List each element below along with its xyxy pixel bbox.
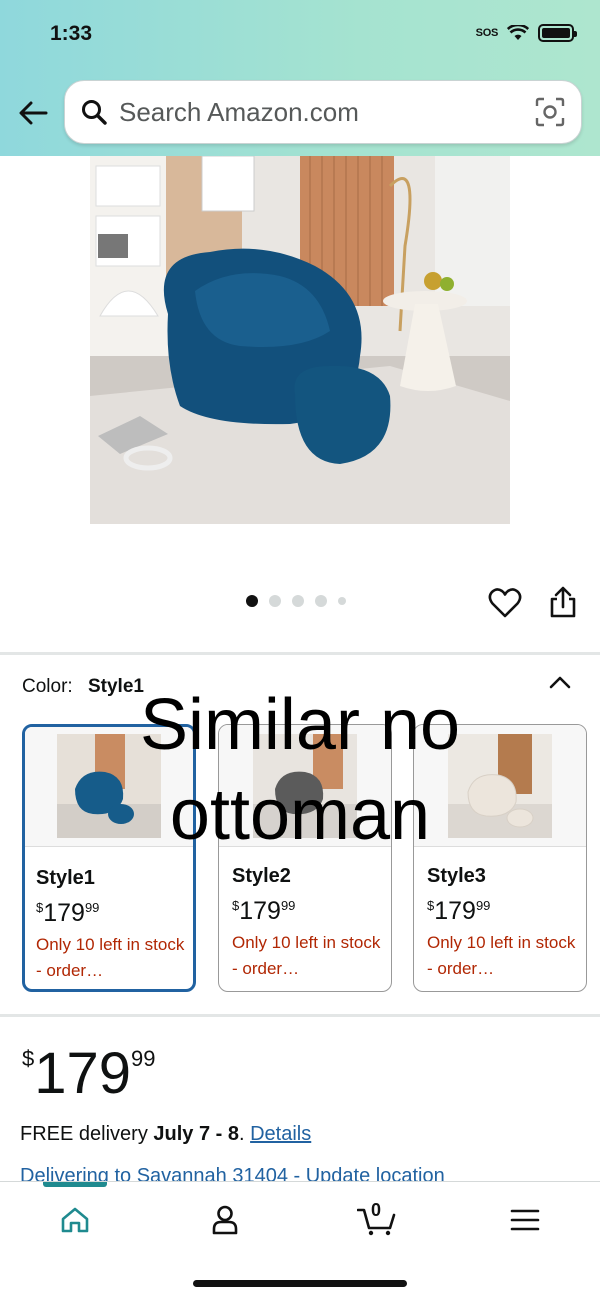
color-label: Color: xyxy=(22,676,73,697)
style-price: $17999 xyxy=(427,897,491,925)
pager-dot[interactable] xyxy=(292,595,304,607)
pager-dot[interactable] xyxy=(246,595,258,607)
style-thumbnail xyxy=(414,725,586,847)
color-selector-row: Color: Style1 xyxy=(22,676,144,698)
cart-count: 0 xyxy=(371,1200,382,1220)
image-pager[interactable] xyxy=(246,595,346,607)
style-thumbnail xyxy=(219,725,391,847)
chevron-up-icon[interactable] xyxy=(548,672,572,692)
style-price: $17999 xyxy=(36,899,100,927)
heart-icon[interactable] xyxy=(488,586,522,620)
home-indicator[interactable] xyxy=(193,1280,407,1287)
status-time: 1:33 xyxy=(50,22,93,45)
battery-icon xyxy=(538,24,577,42)
status-icons: SOS xyxy=(475,24,577,42)
style-thumbnail xyxy=(25,727,193,847)
pager-dot[interactable] xyxy=(315,595,327,607)
product-price: $17999 xyxy=(22,1041,156,1106)
cart-icon[interactable]: 0 xyxy=(356,1200,398,1240)
search-icon xyxy=(79,97,109,127)
stock-status: Only 10 left in stock - order… xyxy=(36,935,185,980)
stock-status: Only 10 left in stock - order… xyxy=(427,933,576,978)
home-icon[interactable] xyxy=(55,1200,95,1240)
menu-icon[interactable] xyxy=(505,1200,545,1240)
product-image[interactable] xyxy=(90,156,510,524)
delivery-dates: July 7 - 8 xyxy=(153,1123,239,1145)
style-price: $17999 xyxy=(232,897,296,925)
details-link[interactable]: Details xyxy=(250,1123,311,1145)
pager-dot[interactable] xyxy=(338,597,346,605)
account-icon[interactable] xyxy=(205,1200,245,1240)
style-card-3[interactable]: Style3 $17999 Only 10 left in stock - or… xyxy=(413,724,587,992)
selected-color-value: Style1 xyxy=(87,676,144,697)
search-input[interactable] xyxy=(119,96,535,128)
bottom-nav: 0 xyxy=(0,1181,600,1299)
search-bar[interactable] xyxy=(64,80,582,144)
style-name: Style3 xyxy=(427,865,486,887)
share-icon[interactable] xyxy=(547,585,579,619)
active-tab-indicator xyxy=(43,1182,107,1187)
wifi-icon xyxy=(507,25,529,40)
header: 1:33 SOS xyxy=(0,0,600,156)
style-card-2[interactable]: Style2 $17999 Only 10 left in stock - or… xyxy=(218,724,392,992)
delivery-info: FREE delivery July 7 - 8. Details xyxy=(20,1123,312,1145)
camera-search-icon[interactable] xyxy=(535,97,565,127)
stock-status: Only 10 left in stock - order… xyxy=(232,933,381,978)
sos-indicator: SOS xyxy=(475,27,499,39)
style-name: Style2 xyxy=(232,865,291,887)
style-name: Style1 xyxy=(36,867,95,889)
back-arrow-icon[interactable] xyxy=(16,96,50,130)
divider xyxy=(0,652,600,655)
pager-dot[interactable] xyxy=(269,595,281,607)
divider xyxy=(0,1014,600,1017)
style-card-1[interactable]: Style1 $17999 Only 10 left in stock - or… xyxy=(22,724,196,992)
